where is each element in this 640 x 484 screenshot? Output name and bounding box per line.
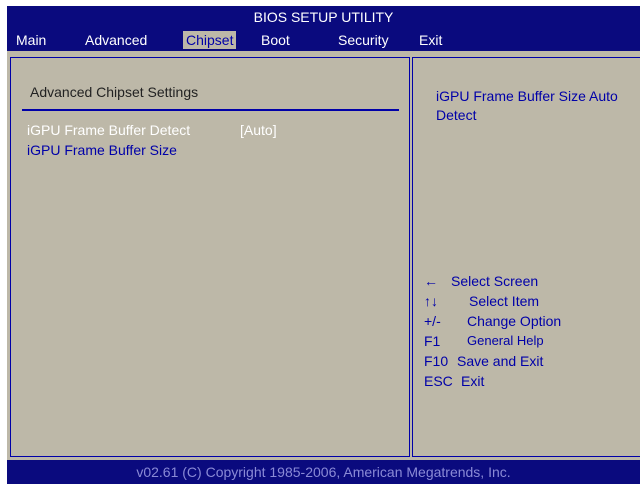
- key-desc: Select Screen: [451, 273, 539, 289]
- key-desc: Change Option: [467, 313, 562, 329]
- setting-label: iGPU Frame Buffer Size: [27, 142, 177, 158]
- help-text: iGPU Frame Buffer Size Auto Detect: [436, 88, 618, 123]
- menu-chipset[interactable]: Chipset: [183, 31, 237, 49]
- setting-label: iGPU Frame Buffer Detect: [27, 122, 191, 138]
- key-desc: Select Item: [469, 293, 540, 309]
- main-panel: Advanced Chipset Settings iGPU Frame Buf…: [7, 51, 640, 460]
- menu-security[interactable]: Security: [335, 31, 392, 49]
- menu-advanced[interactable]: Advanced: [82, 31, 150, 49]
- key-desc: Exit: [461, 373, 485, 389]
- menu-main[interactable]: Main: [13, 31, 49, 49]
- key-desc: General Help: [467, 333, 544, 348]
- menu-boot[interactable]: Boot: [258, 31, 293, 49]
- plus-minus-key: +/-: [424, 313, 441, 329]
- help-panel: iGPU Frame Buffer Size Auto Detect ← Sel…: [412, 57, 640, 457]
- section-divider: [22, 109, 399, 111]
- section-title: Advanced Chipset Settings: [30, 84, 199, 100]
- menu-exit[interactable]: Exit: [416, 31, 445, 49]
- bios-screen: BIOS SETUP UTILITY Main Advanced Chipset…: [0, 0, 640, 484]
- menu-bar: Main Advanced Chipset Boot Security Exit: [7, 29, 640, 51]
- settings-panel: Advanced Chipset Settings iGPU Frame Buf…: [10, 57, 410, 457]
- left-arrow-key: ←: [424, 273, 438, 289]
- f1-key: F1: [424, 333, 441, 349]
- setting-igpu-frame-buffer-size[interactable]: iGPU Frame Buffer Size: [27, 141, 177, 159]
- key-desc: Save and Exit: [457, 353, 544, 369]
- up-down-arrow-key: ↑↓: [424, 293, 438, 309]
- title-bar: BIOS SETUP UTILITY: [7, 6, 640, 29]
- setting-igpu-frame-buffer-detect[interactable]: iGPU Frame Buffer Detect [Auto]: [27, 121, 277, 139]
- esc-key: ESC: [424, 373, 453, 389]
- f10-key: F10: [424, 353, 449, 369]
- setting-value: [Auto]: [240, 122, 277, 138]
- copyright-footer: v02.61 (C) Copyright 1985-2006, American…: [7, 460, 640, 484]
